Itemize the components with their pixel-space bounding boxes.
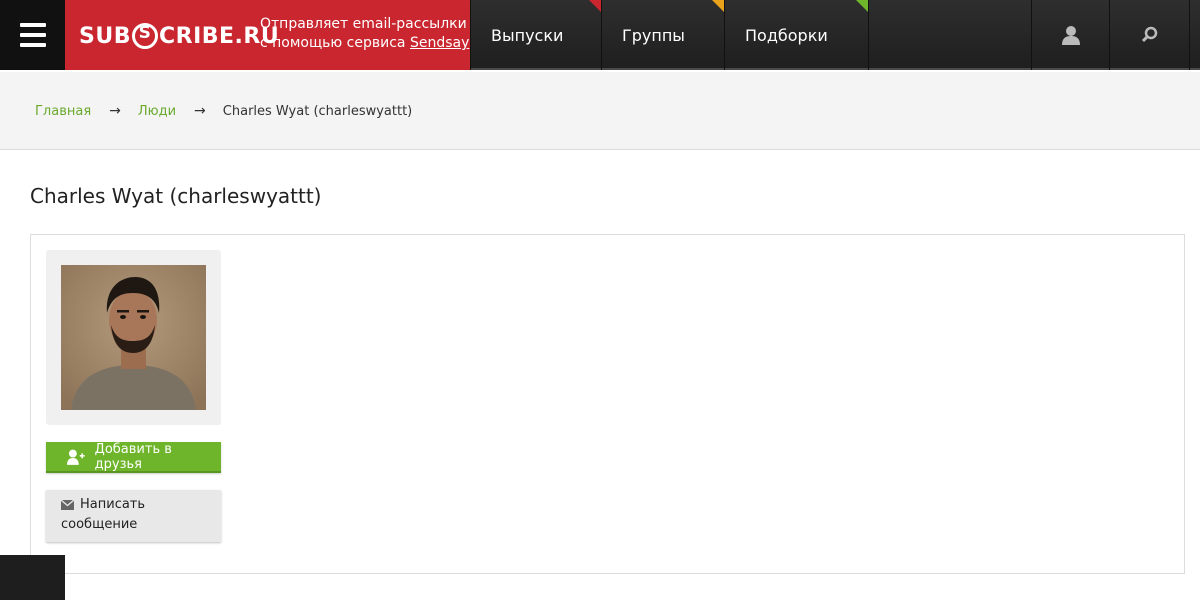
nav-groups-label: Группы	[622, 25, 685, 45]
logo-text-left: SUB	[79, 23, 131, 49]
write-message-label-1: Написать	[80, 497, 146, 512]
breadcrumb-arrow-icon: →	[194, 103, 206, 119]
top-navbar: SUBCRIBE.RU Отправляет email-рассылки с …	[0, 0, 1200, 70]
menu-icon[interactable]	[0, 0, 65, 70]
breadcrumb: Главная → Люди → Charles Wyat (charleswy…	[35, 103, 412, 119]
nav-issues[interactable]: Выпуски	[470, 0, 601, 70]
breadcrumb-current: Charles Wyat (charleswyattt)	[222, 103, 413, 119]
breadcrumb-arrow-icon: →	[109, 103, 121, 119]
write-message-label-2: сообщение	[61, 517, 138, 532]
brand-area: SUBCRIBE.RU Отправляет email-рассылки с …	[65, 0, 470, 70]
user-button[interactable]	[1031, 0, 1109, 70]
write-message-button[interactable]: Написать сообщение	[46, 490, 221, 542]
avatar[interactable]	[61, 265, 206, 410]
site-logo[interactable]: SUBCRIBE.RU	[79, 19, 279, 53]
tagline: Отправляет email-рассылки с помощью серв…	[260, 15, 469, 53]
search-button[interactable]	[1109, 0, 1189, 70]
tagline-line2: с помощью сервиса	[260, 35, 406, 51]
nav-spacer	[868, 0, 1031, 70]
user-icon	[1061, 26, 1080, 45]
avatar-frame	[46, 250, 221, 425]
nav-issues-accent	[589, 0, 601, 12]
breadcrumb-bar: Главная → Люди → Charles Wyat (charleswy…	[0, 72, 1200, 150]
breadcrumb-home[interactable]: Главная	[35, 104, 91, 119]
nav-issues-label: Выпуски	[491, 25, 564, 45]
breadcrumb-people[interactable]: Люди	[138, 104, 176, 119]
nav-edge	[1189, 0, 1200, 70]
page-title: Charles Wyat (charleswyattt)	[30, 184, 322, 208]
nav-collections[interactable]: Подборки	[724, 0, 868, 70]
add-friend-label: Добавить в друзья	[94, 441, 172, 472]
nav-groups[interactable]: Группы	[601, 0, 724, 70]
tagline-line1: Отправляет email-рассылки	[260, 16, 467, 32]
nav-collections-accent	[856, 0, 868, 12]
sendsay-link[interactable]: Sendsay	[410, 35, 469, 51]
nav-collections-label: Подборки	[745, 25, 828, 45]
add-user-icon	[67, 449, 85, 465]
footer-corner-block	[0, 555, 65, 600]
envelope-icon	[61, 499, 74, 510]
logo-ring-icon	[131, 23, 158, 49]
profile-card: Добавить в друзья Написать сообщение	[30, 234, 1185, 574]
add-friend-button[interactable]: Добавить в друзья	[46, 442, 221, 473]
avatar-photo	[61, 265, 206, 410]
nav-groups-accent	[712, 0, 724, 12]
search-icon	[1141, 26, 1157, 43]
